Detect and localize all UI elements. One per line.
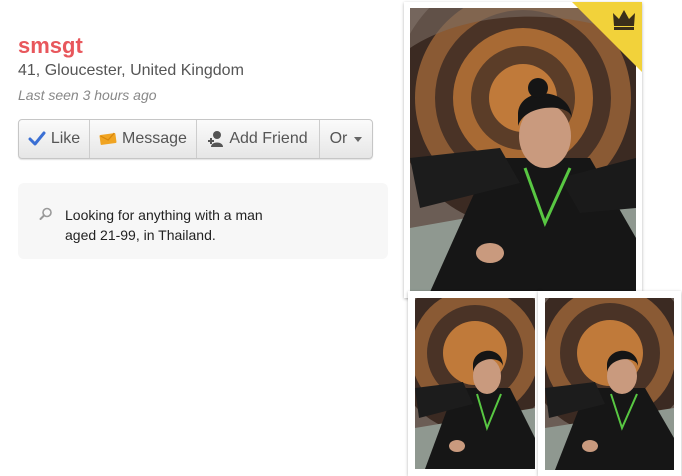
message-button[interactable]: Message xyxy=(90,120,197,158)
message-label: Message xyxy=(122,130,187,147)
chevron-down-icon xyxy=(354,136,363,142)
add-user-icon xyxy=(208,130,224,148)
thumbnail-photo-image xyxy=(415,298,535,469)
profile-location: 41, Gloucester, United Kingdom xyxy=(18,62,244,79)
looking-for-text: Looking for anything with a man aged 21-… xyxy=(65,207,263,243)
add-friend-label: Add Friend xyxy=(229,130,308,147)
profile-actions-bar: Like Message Add Friend Or xyxy=(18,119,373,159)
add-friend-button[interactable]: Add Friend xyxy=(197,120,320,158)
checkmark-icon xyxy=(28,131,46,147)
profile-username: smsgt xyxy=(18,33,83,58)
profile-photo-thumbnail[interactable] xyxy=(408,291,542,476)
more-actions-label: Or xyxy=(329,130,348,147)
like-button[interactable]: Like xyxy=(19,120,90,158)
thumbnail-photo-image xyxy=(545,298,674,470)
last-seen-status: Last seen 3 hours ago xyxy=(18,87,157,103)
like-label: Like xyxy=(50,130,81,147)
search-icon xyxy=(39,207,53,226)
looking-for-panel: Looking for anything with a man aged 21-… xyxy=(18,183,388,259)
profile-photo-thumbnail[interactable] xyxy=(538,291,681,476)
more-actions-dropdown[interactable]: Or xyxy=(320,120,372,158)
crown-icon xyxy=(612,8,636,35)
envelope-icon xyxy=(99,132,117,146)
premium-badge xyxy=(572,2,642,72)
